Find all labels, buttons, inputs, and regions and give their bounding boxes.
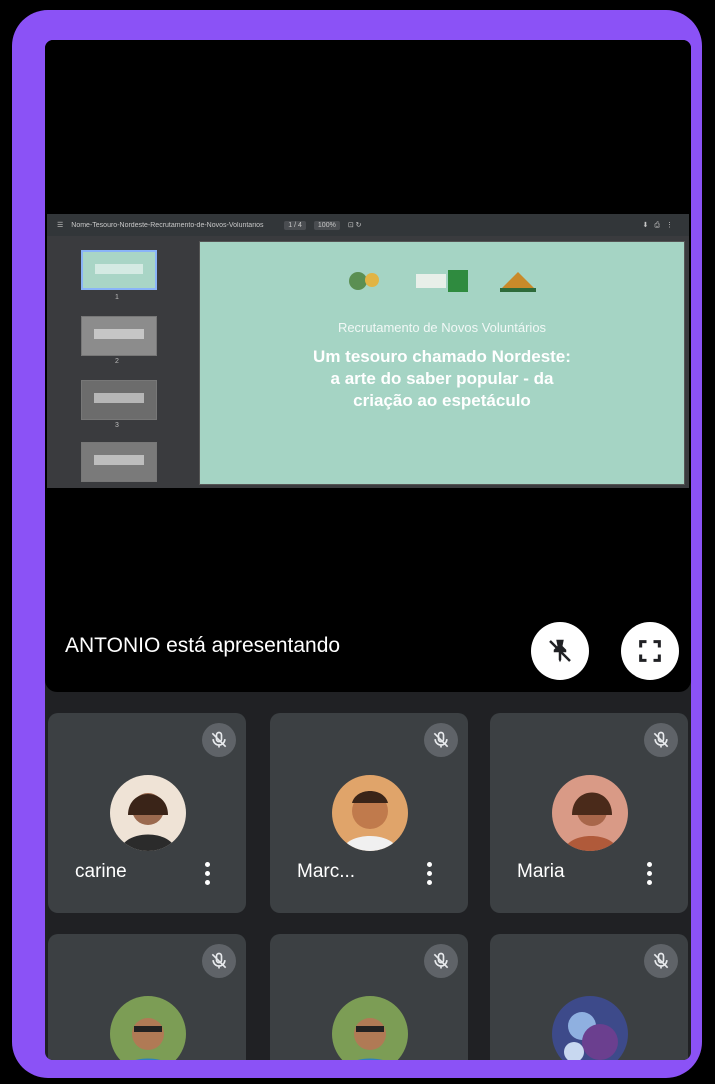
slide-thumbnail bbox=[81, 442, 157, 482]
more-options-button[interactable] bbox=[418, 855, 440, 891]
participant-tile[interactable] bbox=[48, 934, 246, 1060]
avatar bbox=[552, 996, 628, 1060]
avatar bbox=[332, 996, 408, 1060]
mic-off-icon bbox=[202, 723, 236, 757]
logo-left bbox=[349, 272, 379, 290]
slide-title: Um tesouro chamado Nordeste: a arte do s… bbox=[313, 347, 571, 410]
presentation-stage[interactable]: ☰ Nome-Tesouro-Nordeste-Recrutamento-de-… bbox=[45, 40, 691, 692]
participant-name: Marc... bbox=[297, 861, 356, 882]
participant-tile[interactable] bbox=[490, 934, 688, 1060]
more-options-button[interactable] bbox=[196, 855, 218, 891]
participant-tile[interactable] bbox=[270, 934, 468, 1060]
page-indicator: 1 / 4 bbox=[284, 220, 306, 230]
more-options-button[interactable] bbox=[638, 855, 660, 891]
presenter-status: ANTONIO está apresentando bbox=[65, 634, 341, 657]
participant-name: Maria bbox=[517, 861, 565, 882]
avatar bbox=[552, 775, 628, 851]
fit-page-icon: ⊡ ↻ bbox=[347, 222, 362, 229]
slide-subtitle: Recrutamento de Novos Voluntários bbox=[337, 320, 547, 335]
thumbnail-panel: 1 2 3 bbox=[47, 236, 192, 488]
file-name: Nome-Tesouro-Nordeste-Recrutamento-de-No… bbox=[71, 221, 264, 229]
thumbnail-number: 1 bbox=[115, 294, 119, 301]
logo-center bbox=[416, 270, 468, 292]
pdf-viewer-toolbar: ☰ Nome-Tesouro-Nordeste-Recrutamento-de-… bbox=[47, 214, 689, 236]
unpin-button[interactable] bbox=[531, 622, 589, 680]
mic-off-icon bbox=[644, 723, 678, 757]
mic-off-icon bbox=[424, 944, 458, 978]
avatar bbox=[332, 775, 408, 851]
current-slide: Recrutamento de Novos Voluntários Um tes… bbox=[200, 242, 684, 484]
shared-screen: ☰ Nome-Tesouro-Nordeste-Recrutamento-de-… bbox=[47, 214, 689, 488]
meeting-screen: ☰ Nome-Tesouro-Nordeste-Recrutamento-de-… bbox=[45, 40, 691, 1060]
participant-name: carine bbox=[75, 861, 127, 882]
mic-off-icon bbox=[424, 723, 458, 757]
logo-right bbox=[500, 272, 536, 292]
zoom-level: 100% bbox=[313, 220, 340, 230]
slide-logos bbox=[200, 268, 684, 294]
avatar bbox=[110, 996, 186, 1060]
mic-off-icon bbox=[644, 944, 678, 978]
menu-icon: ☰ bbox=[57, 222, 64, 229]
thumbnail-number: 2 bbox=[115, 358, 119, 365]
slide-thumbnail bbox=[81, 250, 157, 290]
participant-tile[interactable]: Maria bbox=[490, 713, 688, 913]
thumbnail-number: 3 bbox=[115, 422, 119, 429]
participant-tile[interactable]: carine bbox=[48, 713, 246, 913]
fullscreen-icon bbox=[639, 640, 661, 662]
slide-thumbnail bbox=[81, 316, 157, 356]
pin-off-icon bbox=[549, 639, 571, 663]
slide-thumbnail bbox=[81, 380, 157, 420]
fullscreen-button[interactable] bbox=[621, 622, 679, 680]
mic-off-icon bbox=[202, 944, 236, 978]
download-print-icons: ⬇⎙⋮ bbox=[642, 221, 679, 229]
participant-tile[interactable]: Marc... bbox=[270, 713, 468, 913]
avatar bbox=[110, 775, 186, 851]
